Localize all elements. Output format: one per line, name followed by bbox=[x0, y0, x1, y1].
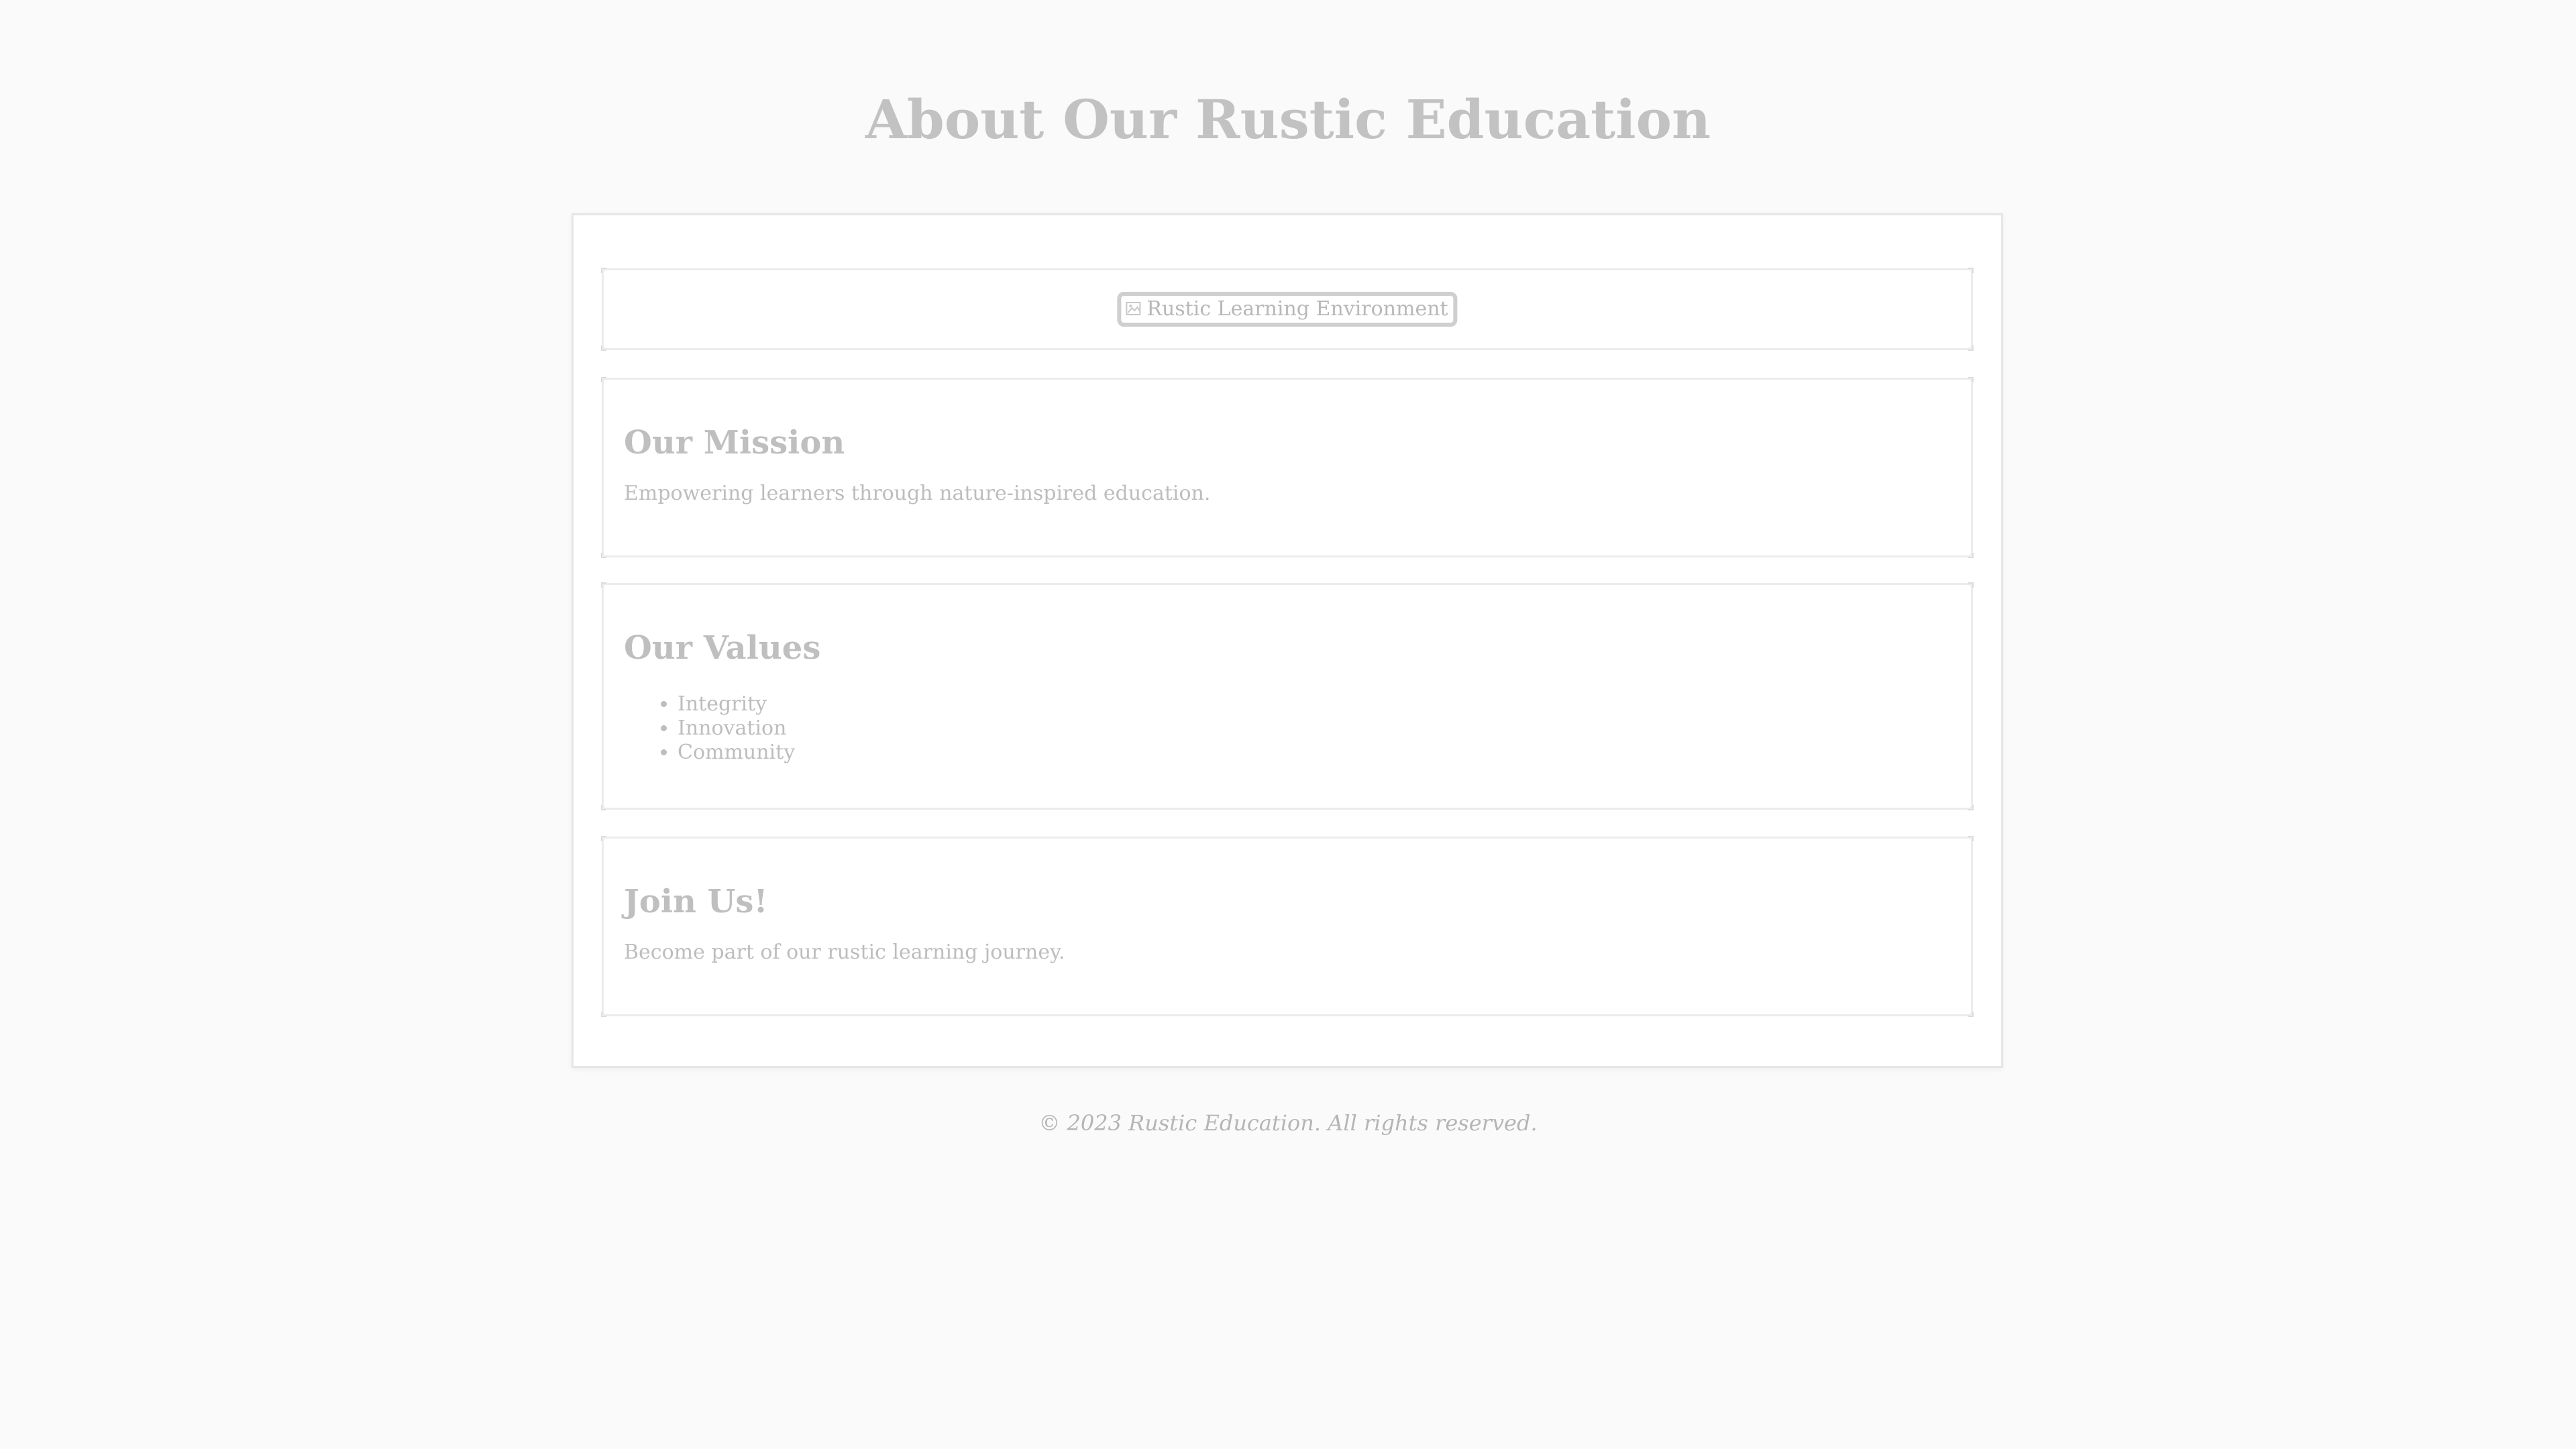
corner-mark bbox=[1968, 377, 1974, 382]
join-text: Become part of our rustic learning journ… bbox=[624, 941, 1065, 964]
corner-mark bbox=[601, 553, 606, 558]
join-heading: Join Us! bbox=[624, 883, 768, 920]
corner-mark bbox=[1968, 553, 1974, 558]
list-item: Integrity bbox=[678, 692, 795, 716]
list-item: Community bbox=[678, 741, 795, 765]
rustic-environment-image: Rustic Learning Environment bbox=[1117, 292, 1458, 327]
broken-image-icon bbox=[1125, 301, 1142, 318]
corner-mark bbox=[1968, 268, 1974, 273]
corner-mark bbox=[601, 345, 606, 351]
mission-text: Empowering learners through nature-inspi… bbox=[624, 482, 1211, 505]
corner-mark bbox=[601, 836, 606, 841]
footer-copyright: © 2023 Rustic Education. All rights rese… bbox=[1038, 1110, 1538, 1136]
image-alt-text: Rustic Learning Environment bbox=[1146, 297, 1448, 321]
values-section: Our Values Integrity Innovation Communit… bbox=[601, 582, 1974, 810]
corner-mark bbox=[601, 1012, 606, 1017]
corner-mark bbox=[601, 268, 606, 273]
image-section: Rustic Learning Environment bbox=[601, 268, 1974, 351]
list-item: Innovation bbox=[678, 716, 795, 741]
join-section: Join Us! Become part of our rustic learn… bbox=[601, 836, 1974, 1017]
corner-mark bbox=[1968, 836, 1974, 841]
corner-mark bbox=[601, 805, 606, 810]
mission-heading: Our Mission bbox=[624, 424, 845, 462]
corner-mark bbox=[601, 377, 606, 382]
values-list: Integrity Innovation Community bbox=[624, 692, 795, 765]
mission-section: Our Mission Empowering learners through … bbox=[601, 377, 1974, 558]
corner-mark bbox=[1968, 582, 1974, 588]
corner-mark bbox=[1968, 805, 1974, 810]
content-card: Rustic Learning Environment Our Mission … bbox=[572, 213, 2003, 1068]
page-title: About Our Rustic Education bbox=[865, 88, 1711, 151]
corner-mark bbox=[601, 582, 606, 588]
corner-mark bbox=[1968, 1012, 1974, 1017]
values-heading: Our Values bbox=[624, 629, 821, 667]
corner-mark bbox=[1968, 345, 1974, 351]
